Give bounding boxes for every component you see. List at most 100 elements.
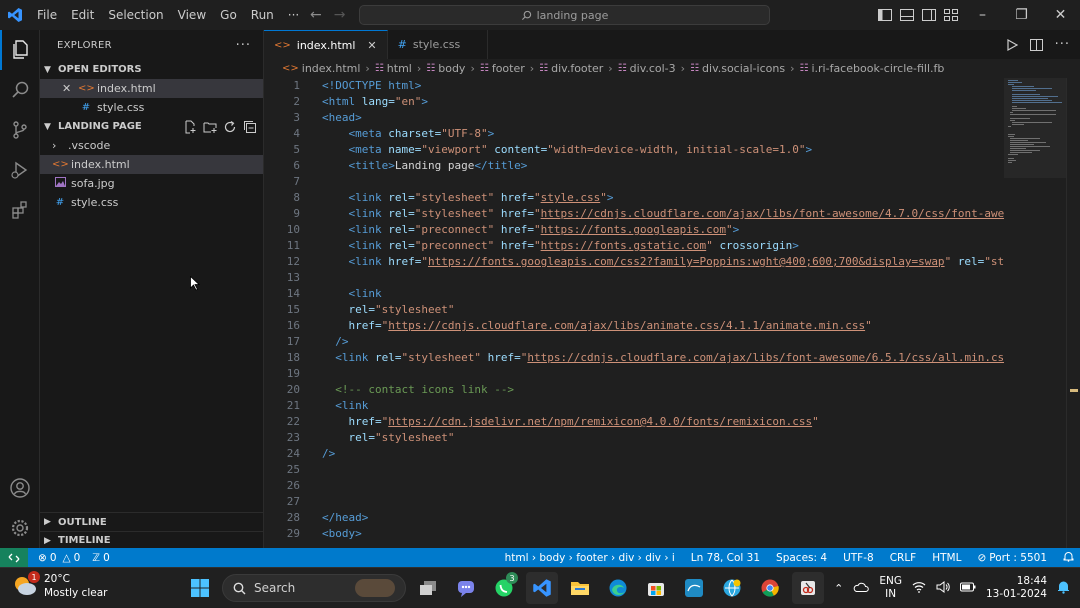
wifi-icon[interactable]: [912, 581, 926, 596]
toggle-panel-icon[interactable]: [900, 9, 914, 21]
menu-run[interactable]: Run: [244, 0, 281, 30]
new-file-icon[interactable]: [183, 120, 197, 134]
project-label: LANDING PAGE: [58, 121, 142, 132]
indentation[interactable]: Spaces: 4: [770, 552, 833, 564]
file-item[interactable]: sofa.jpg: [40, 174, 263, 193]
breadcrumb-item[interactable]: div.col-3: [630, 62, 676, 75]
run-icon[interactable]: [1006, 38, 1018, 51]
code-token: <body>: [322, 527, 362, 540]
project-section[interactable]: ▼ LANDING PAGE: [40, 117, 263, 136]
live-server-port[interactable]: ⊘ Port : 5501: [971, 552, 1053, 564]
menu-edit[interactable]: Edit: [64, 0, 101, 30]
ports-indicator[interactable]: ℤ 0: [86, 552, 116, 564]
account-icon[interactable]: [0, 468, 40, 508]
minimize-icon[interactable]: –: [963, 0, 1002, 30]
menu-file[interactable]: File: [30, 0, 64, 30]
code-link[interactable]: https://cdnjs.cloudflare.com/ajax/libs/f…: [527, 351, 1004, 364]
extensions-icon[interactable]: [0, 190, 40, 230]
open-editor-item[interactable]: # style.css: [40, 98, 263, 117]
snipping-tool-icon[interactable]: [792, 572, 824, 604]
code-link[interactable]: https://fonts.googleapis.com: [541, 223, 726, 236]
breadcrumb-item[interactable]: footer: [492, 62, 525, 75]
source-control-icon[interactable]: [0, 110, 40, 150]
settings-gear-icon[interactable]: [0, 508, 40, 548]
code-link[interactable]: https://fonts.googleapis.com/css2?family…: [428, 255, 945, 268]
mysql-workbench-icon[interactable]: [678, 572, 710, 604]
task-view-icon[interactable]: [412, 572, 444, 604]
open-editor-item[interactable]: ✕ <> index.html: [40, 79, 263, 98]
language-mode[interactable]: HTML: [926, 552, 967, 564]
breadcrumb-item[interactable]: div.footer: [551, 62, 603, 75]
cursor-position[interactable]: Ln 78, Col 31: [685, 552, 766, 564]
problems-indicator[interactable]: ⊗ 0 △ 0: [32, 552, 86, 564]
more-actions-icon[interactable]: ···: [236, 38, 251, 53]
code-link[interactable]: https://cdnjs.cloudflare.com/ajax/libs/a…: [388, 319, 865, 332]
restore-icon[interactable]: ❐: [1002, 0, 1041, 30]
file-item[interactable]: # style.css: [40, 193, 263, 212]
open-editors-section[interactable]: ▼ OPEN EDITORS: [40, 60, 263, 79]
menu-view[interactable]: View: [171, 0, 213, 30]
menu-go[interactable]: Go: [213, 0, 244, 30]
minimap[interactable]: [1004, 78, 1066, 548]
battery-icon[interactable]: [959, 582, 976, 595]
browser-globe-icon[interactable]: [716, 572, 748, 604]
code-link[interactable]: https://cdnjs.cloudflare.com/ajax/libs/f…: [541, 207, 1004, 220]
clock[interactable]: 18:44 13-01-2024: [986, 575, 1047, 601]
refresh-icon[interactable]: [223, 120, 237, 134]
code-link[interactable]: https://fonts.gstatic.com: [541, 239, 707, 252]
tab-index-html[interactable]: <> index.html ✕: [264, 30, 388, 59]
vertical-scrollbar[interactable]: [1066, 78, 1080, 548]
tab-style-css[interactable]: # style.css: [388, 30, 488, 59]
split-editor-icon[interactable]: [1029, 38, 1043, 51]
line-endings[interactable]: CRLF: [884, 552, 923, 564]
encoding[interactable]: UTF-8: [837, 552, 880, 564]
back-arrow-icon[interactable]: ←: [310, 7, 322, 23]
whatsapp-icon[interactable]: 3: [488, 572, 520, 604]
input-language[interactable]: ENG IN: [879, 575, 902, 601]
collapse-all-icon[interactable]: [243, 120, 257, 134]
code-link[interactable]: style.css: [541, 191, 601, 204]
toggle-secondary-sidebar-icon[interactable]: [922, 9, 936, 21]
microsoft-store-icon[interactable]: [640, 572, 672, 604]
explorer-icon[interactable]: [0, 30, 40, 70]
more-actions-icon[interactable]: ···: [1055, 37, 1070, 52]
teams-chat-icon[interactable]: [450, 572, 482, 604]
breadcrumb-item[interactable]: body: [438, 62, 465, 75]
code-link[interactable]: https://cdn.jsdelivr.net/npm/remixicon@4…: [388, 415, 812, 428]
chrome-icon[interactable]: [754, 572, 786, 604]
timeline-section[interactable]: ▶ TIMELINE: [40, 531, 264, 549]
file-item[interactable]: <> index.html: [40, 155, 263, 174]
search-icon[interactable]: [0, 70, 40, 110]
forward-arrow-icon[interactable]: →: [334, 7, 346, 23]
menu-selection[interactable]: Selection: [101, 0, 170, 30]
new-folder-icon[interactable]: [203, 120, 217, 134]
breadcrumb-item[interactable]: div.social-icons: [702, 62, 785, 75]
breadcrumb-item[interactable]: i.ri-facebook-circle-fill.fb: [811, 62, 944, 75]
breadcrumb-item[interactable]: html: [387, 62, 412, 75]
weather-widget[interactable]: 1 20°C Mostly clear: [12, 571, 107, 600]
notifications-bell-icon[interactable]: [1057, 551, 1080, 565]
edge-browser-icon[interactable]: [602, 572, 634, 604]
volume-icon[interactable]: [936, 580, 950, 596]
folder-item[interactable]: › .vscode: [40, 136, 263, 155]
file-explorer-icon[interactable]: [564, 572, 596, 604]
vscode-taskbar-icon[interactable]: [526, 572, 558, 604]
remote-indicator-icon[interactable]: [0, 548, 28, 567]
run-debug-icon[interactable]: [0, 150, 40, 190]
menu-more[interactable]: ···: [281, 0, 306, 30]
outline-section[interactable]: ▶ OUTLINE: [40, 513, 264, 531]
element-path[interactable]: html › body › footer › div › div › i: [499, 552, 681, 564]
windows-start-icon[interactable]: [184, 572, 216, 604]
notification-bell-icon[interactable]: [1057, 580, 1070, 597]
show-hidden-icons-icon[interactable]: ⌃: [834, 582, 843, 595]
onedrive-icon[interactable]: [853, 581, 870, 596]
customize-layout-icon[interactable]: [944, 9, 958, 21]
close-icon[interactable]: ✕: [62, 82, 78, 95]
taskbar-search[interactable]: Search: [222, 574, 406, 602]
command-center-search[interactable]: landing page: [359, 5, 770, 25]
close-icon[interactable]: ✕: [367, 39, 376, 52]
close-window-icon[interactable]: ✕: [1041, 0, 1080, 30]
toggle-primary-sidebar-icon[interactable]: [878, 9, 892, 21]
breadcrumb-item[interactable]: index.html: [302, 62, 361, 75]
code-editor[interactable]: 1 <!DOCTYPE html> 2 <html lang="en"> 3 <hea…: [264, 78, 1004, 548]
